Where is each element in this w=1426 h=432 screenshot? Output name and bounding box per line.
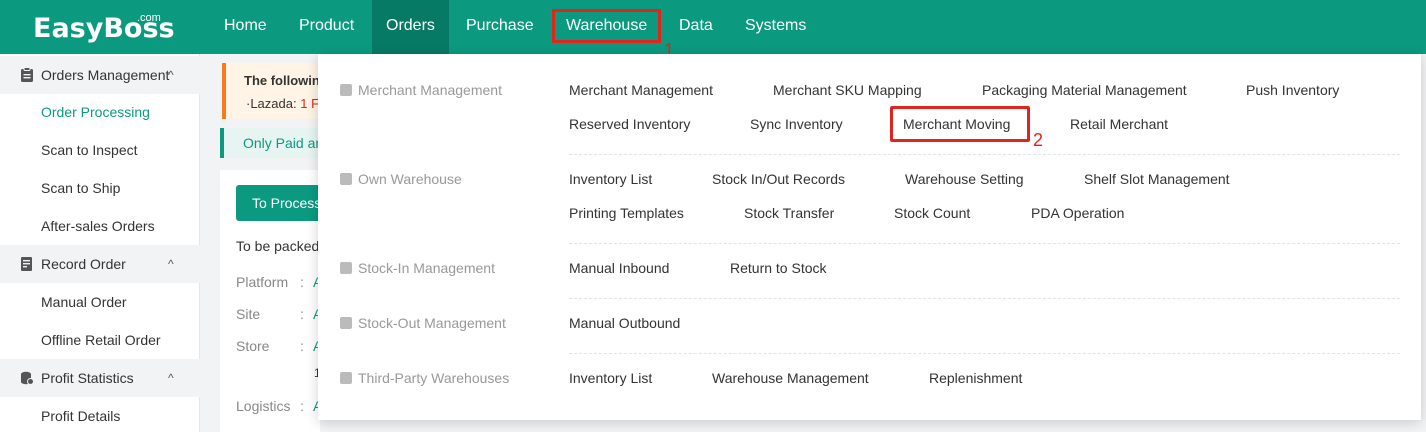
menu-stock-count[interactable]: Stock Count [894, 205, 970, 221]
clipboard-icon [340, 84, 352, 96]
nav-home[interactable]: Home [210, 0, 281, 54]
divider [569, 353, 1400, 354]
menu-sync-inventory[interactable]: Sync Inventory [750, 116, 843, 132]
menu-merchant-sku-mapping[interactable]: Merchant SKU Mapping [773, 82, 922, 98]
nav-warehouse[interactable]: Warehouse [552, 9, 662, 43]
top-navbar: EasyBoss .com Home Product Orders Purcha… [0, 0, 1426, 54]
menu-replenishment[interactable]: Replenishment [929, 370, 1022, 386]
menu-manual-inbound[interactable]: Manual Inbound [569, 260, 669, 276]
nav-product[interactable]: Product [285, 0, 368, 54]
category-merchant-management: Merchant Management [340, 82, 502, 98]
outbox-icon [340, 317, 352, 329]
sidebar-group-label: Profit Statistics [41, 370, 134, 386]
menu-printing-templates[interactable]: Printing Templates [569, 205, 684, 221]
menu-warehouse-setting[interactable]: Warehouse Setting [905, 171, 1024, 187]
logistics-label: Logistics [236, 398, 291, 414]
highlight-box-merchant-moving [890, 106, 1030, 142]
divider [569, 298, 1400, 299]
inbox-icon [340, 262, 352, 274]
chevron-up-icon: ^ [168, 371, 174, 385]
sidebar-group-label: Record Order [41, 256, 126, 272]
to-be-packed-label: To be packed [236, 238, 320, 254]
warehouse-dropdown-menu: Merchant Management Merchant Management … [318, 54, 1421, 420]
to-process-button[interactable]: To Process [236, 185, 326, 221]
sidebar: Orders Management ^ Order Processing Sca… [0, 54, 200, 432]
menu-inventory-list[interactable]: Inventory List [569, 171, 652, 187]
category-label: Merchant Management [358, 82, 502, 98]
menu-reserved-inventory[interactable]: Reserved Inventory [569, 116, 690, 132]
divider [569, 154, 1400, 155]
divider [569, 243, 1400, 244]
menu-merchant-management[interactable]: Merchant Management [569, 82, 713, 98]
menu-shelf-slot-management[interactable]: Shelf Slot Management [1084, 171, 1230, 187]
nav-purchase[interactable]: Purchase [452, 0, 548, 54]
sidebar-item-manual-order[interactable]: Manual Order [41, 294, 127, 310]
sidebar-group-record-order[interactable]: Record Order ^ [0, 245, 200, 283]
platform-label: Platform [236, 274, 289, 290]
annotation-marker-2: 2 [1033, 130, 1044, 150]
notice-title: The followin [244, 73, 320, 88]
cube-icon [340, 372, 352, 384]
brand-suffix: .com [137, 12, 161, 24]
clipboard-icon [21, 67, 33, 82]
category-stock-out-management: Stock-Out Management [340, 315, 506, 331]
category-label: Stock-Out Management [358, 315, 506, 331]
menu-warehouse-management[interactable]: Warehouse Management [712, 370, 869, 386]
sidebar-item-profit-details[interactable]: Profit Details [41, 408, 120, 424]
home-icon [340, 173, 352, 185]
colon: : [300, 338, 304, 354]
sidebar-group-orders-management[interactable]: Orders Management ^ [0, 56, 200, 94]
info-banner: Only Paid an [220, 128, 320, 158]
sidebar-item-order-processing[interactable]: Order Processing [41, 104, 150, 120]
coins-icon [21, 371, 34, 385]
store-label: Store [236, 338, 270, 354]
menu-stock-in-out-records[interactable]: Stock In/Out Records [712, 171, 845, 187]
category-own-warehouse: Own Warehouse [340, 171, 462, 187]
nav-systems[interactable]: Systems [731, 0, 820, 54]
sidebar-item-scan-to-ship[interactable]: Scan to Ship [41, 180, 120, 196]
notice-prefix: ·Lazada: [246, 96, 297, 111]
sidebar-item-offline-retail-order[interactable]: Offline Retail Order [41, 332, 161, 348]
record-icon [21, 257, 32, 271]
notice-banner: The followin ·Lazada: 1 F [222, 63, 322, 119]
category-label: Own Warehouse [358, 171, 462, 187]
notice-count[interactable]: 1 [300, 96, 307, 111]
colon: : [300, 398, 304, 414]
chevron-up-icon: ^ [168, 257, 174, 271]
nav-orders[interactable]: Orders [372, 0, 449, 54]
menu-push-inventory[interactable]: Push Inventory [1246, 82, 1339, 98]
colon: : [300, 274, 304, 290]
menu-manual-outbound[interactable]: Manual Outbound [569, 315, 680, 331]
menu-retail-merchant[interactable]: Retail Merchant [1070, 116, 1168, 132]
category-label: Stock-In Management [358, 260, 495, 276]
menu-stock-transfer[interactable]: Stock Transfer [744, 205, 834, 221]
menu-third-party-inventory-list[interactable]: Inventory List [569, 370, 652, 386]
chevron-up-icon: ^ [168, 68, 174, 82]
sidebar-item-scan-to-inspect[interactable]: Scan to Inspect [41, 142, 138, 158]
sidebar-group-label: Orders Management [41, 67, 170, 83]
category-label: Third-Party Warehouses [358, 370, 510, 386]
notice-line: ·Lazada: 1 F [246, 96, 319, 111]
nav-data[interactable]: Data [665, 0, 727, 54]
category-third-party-warehouses: Third-Party Warehouses [340, 370, 509, 386]
site-label: Site [236, 306, 261, 322]
sidebar-item-after-sales-orders[interactable]: After-sales Orders [41, 218, 155, 234]
menu-pda-operation[interactable]: PDA Operation [1031, 205, 1124, 221]
menu-packaging-material-management[interactable]: Packaging Material Management [982, 82, 1187, 98]
sidebar-group-profit-statistics[interactable]: Profit Statistics ^ [0, 359, 200, 397]
category-stock-in-management: Stock-In Management [340, 260, 495, 276]
menu-return-to-stock[interactable]: Return to Stock [730, 260, 827, 276]
colon: : [300, 306, 304, 322]
